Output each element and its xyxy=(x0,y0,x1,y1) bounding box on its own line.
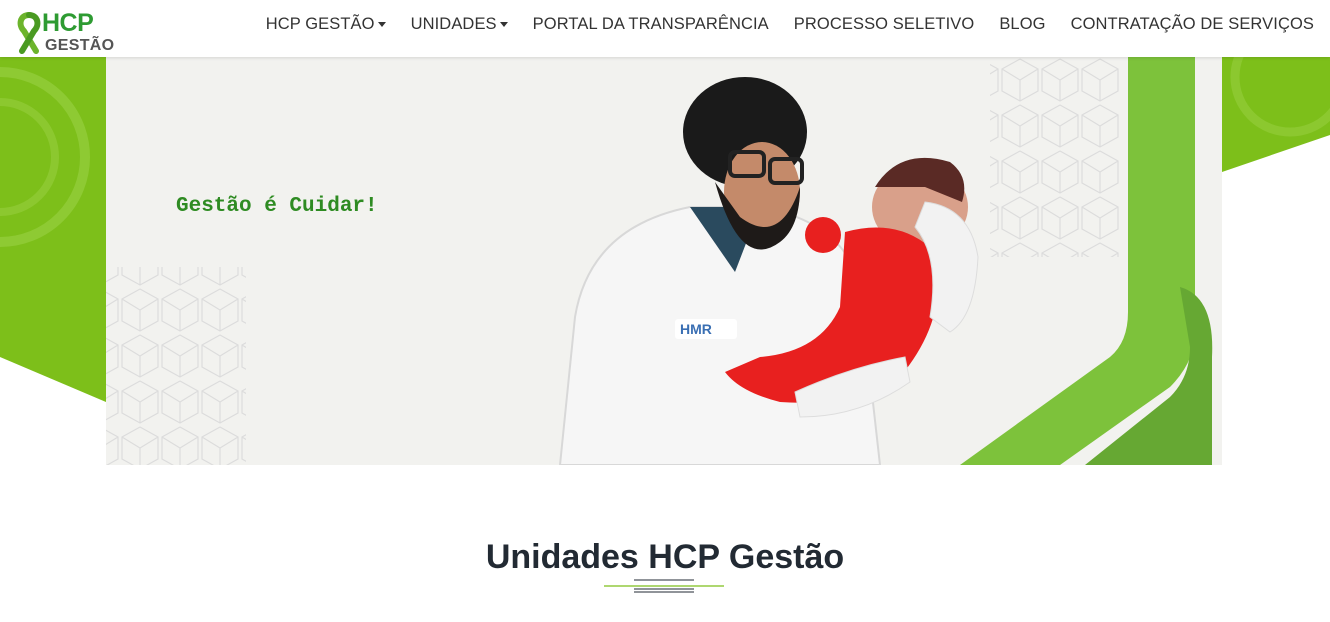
nav-contratacao-servicos[interactable]: CONTRATAÇÃO DE SERVIÇOS xyxy=(1071,15,1314,34)
nav-label: CONTRATAÇÃO DE SERVIÇOS xyxy=(1070,15,1314,33)
chevron-down-icon xyxy=(377,22,386,27)
chevron-down-icon xyxy=(499,22,508,27)
main-nav: HCP GESTÃO UNIDADES PORTAL DA TRANSPARÊN… xyxy=(241,0,1314,49)
nav-label: HCP GESTÃO xyxy=(265,15,375,33)
nav-label: PROCESSO SELETIVO xyxy=(793,15,975,33)
hero-image xyxy=(0,57,1330,465)
logo-title: HCP xyxy=(42,9,94,37)
hmr-badge: HMR xyxy=(680,321,712,337)
hcp-logo[interactable]: HCP GESTÃO xyxy=(14,9,114,55)
section-title: Unidades HCP Gestão xyxy=(485,538,845,577)
nav-unidades[interactable]: UNIDADES xyxy=(411,15,508,34)
ribbon-icon xyxy=(17,12,41,54)
nav-processo-seletivo[interactable]: PROCESSO SELETIVO xyxy=(794,15,975,34)
logo-subtitle: GESTÃO xyxy=(45,37,115,54)
hero-banner: Gestão é Cuidar! HMR xyxy=(0,57,1330,465)
title-divider xyxy=(604,579,724,593)
nav-label: BLOG xyxy=(999,15,1046,33)
nav-label: UNIDADES xyxy=(410,15,497,33)
navbar: HCP GESTÃO HCP GESTÃO UNIDADES PORTAL DA… xyxy=(0,0,1330,57)
hero-slogan: Gestão é Cuidar! xyxy=(176,195,378,218)
nav-portal-transparencia[interactable]: PORTAL DA TRANSPARÊNCIA xyxy=(533,15,769,34)
nav-hcp-gestao[interactable]: HCP GESTÃO xyxy=(266,15,386,34)
nav-label: PORTAL DA TRANSPARÊNCIA xyxy=(532,15,769,33)
nav-blog[interactable]: BLOG xyxy=(999,15,1045,34)
